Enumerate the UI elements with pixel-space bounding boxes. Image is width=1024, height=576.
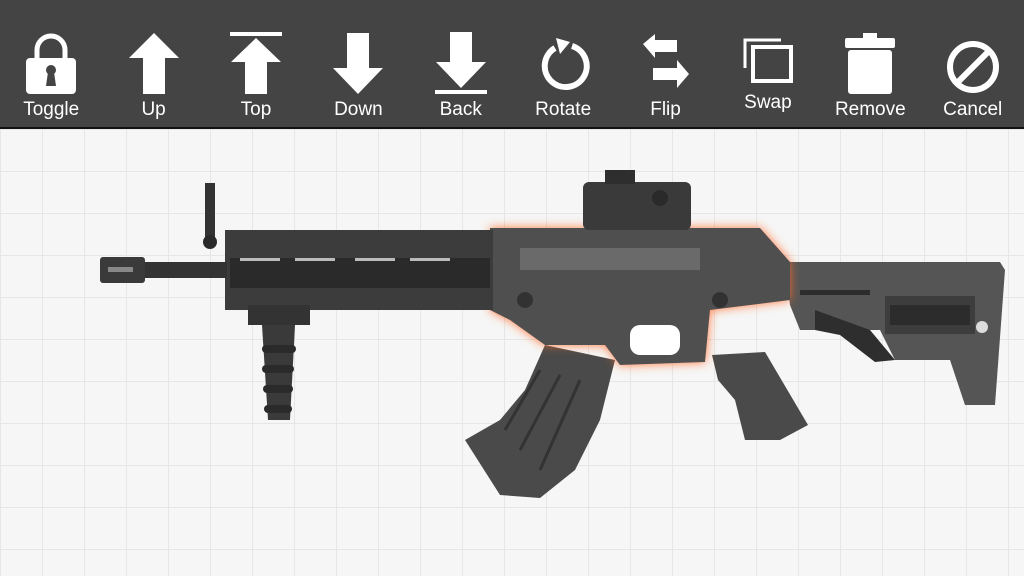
rotate-icon <box>541 38 590 91</box>
arrow-top-icon <box>229 32 282 94</box>
swap-button[interactable]: Swap <box>717 0 819 127</box>
barrel-part[interactable] <box>100 183 227 283</box>
top-label: Top <box>240 99 272 120</box>
rotate-button[interactable]: Rotate <box>512 0 614 127</box>
up-label: Up <box>141 99 166 120</box>
magazine-part[interactable] <box>465 345 615 498</box>
cancel-button[interactable]: Cancel <box>922 0 1024 127</box>
flip-icon <box>642 34 689 88</box>
flip-button[interactable]: Flip <box>614 0 716 127</box>
foregrip-part[interactable] <box>248 305 310 420</box>
remove-label: Remove <box>834 99 906 120</box>
top-button[interactable]: Top <box>205 0 307 127</box>
stock-part[interactable] <box>785 262 1005 405</box>
cancel-label: Cancel <box>943 99 1003 120</box>
arrow-up-icon <box>128 33 179 94</box>
up-button[interactable]: Up <box>102 0 204 127</box>
lock-icon <box>26 33 77 94</box>
assembled-rifle[interactable] <box>0 129 1024 576</box>
toggle-button[interactable]: Toggle <box>0 0 102 127</box>
trash-icon <box>845 33 896 94</box>
flip-label: Flip <box>650 99 681 120</box>
pistol-grip-part[interactable] <box>712 352 808 440</box>
toggle-label: Toggle <box>23 99 80 120</box>
handguard-part[interactable] <box>225 230 493 310</box>
back-label: Back <box>439 99 482 120</box>
red-dot-scope-part[interactable] <box>583 170 691 230</box>
down-label: Down <box>334 99 383 120</box>
swap-label: Swap <box>744 92 792 113</box>
toolbar: Toggle Up Top Down Back Rotate Flip Swap… <box>0 0 1024 129</box>
rotate-label: Rotate <box>535 99 592 120</box>
cancel-icon <box>946 41 999 93</box>
down-button[interactable]: Down <box>307 0 409 127</box>
swap-icon <box>743 38 793 83</box>
arrow-bottom-icon <box>434 32 487 94</box>
workspace-canvas[interactable] <box>0 129 1024 576</box>
receiver-part-selected[interactable] <box>490 228 790 365</box>
arrow-down-icon <box>333 33 384 94</box>
back-button[interactable]: Back <box>410 0 512 127</box>
remove-button[interactable]: Remove <box>819 0 921 127</box>
